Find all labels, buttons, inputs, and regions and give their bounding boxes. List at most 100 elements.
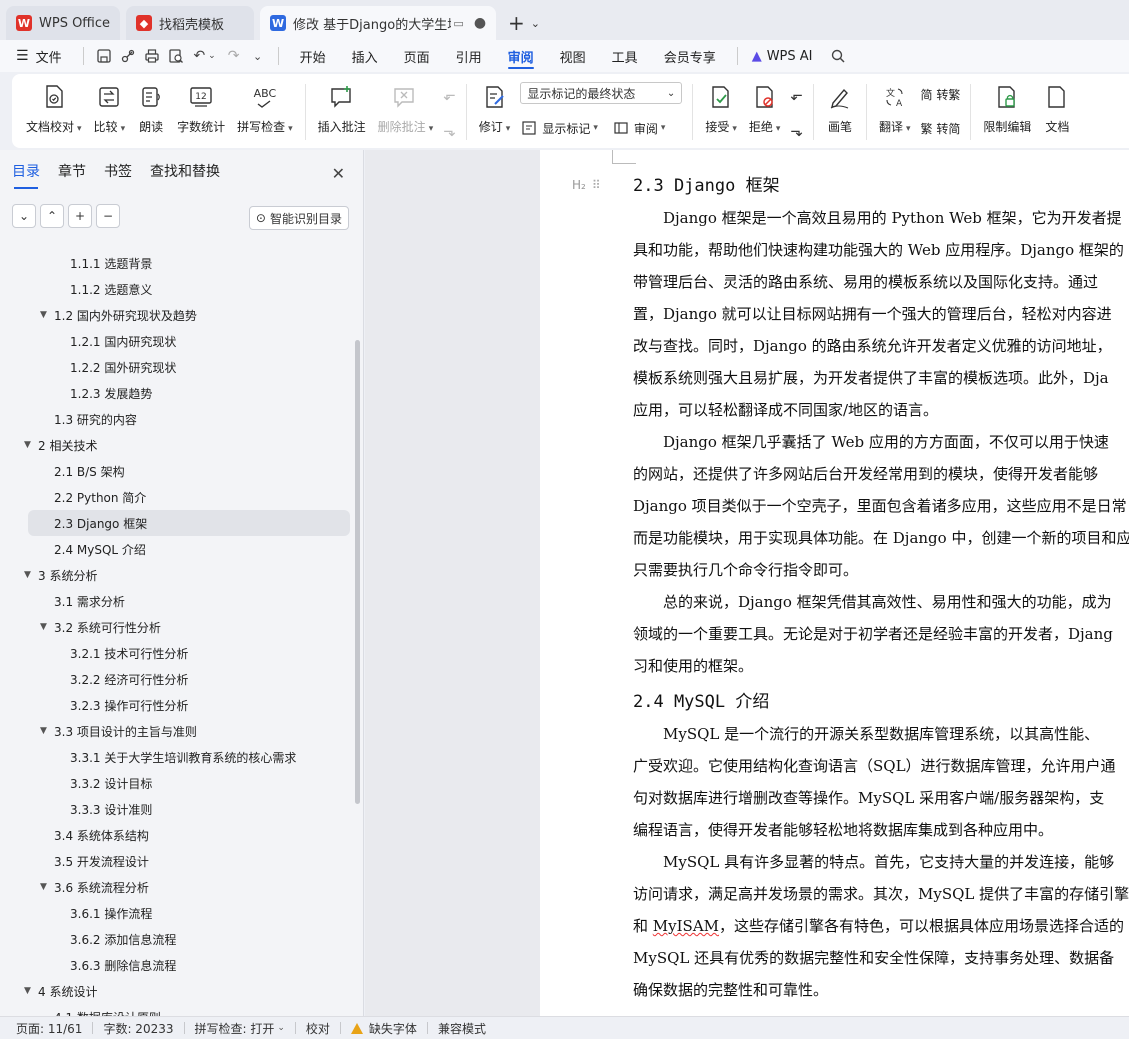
menu-view[interactable]: 视图 xyxy=(547,40,599,72)
outline-item[interactable]: 3.5 开发流程设计 xyxy=(0,848,354,874)
outline-item[interactable]: 1.1.1 选题背景 xyxy=(0,250,354,276)
share-icon[interactable] xyxy=(116,44,140,68)
outline-item[interactable]: 3.2.1 技术可行性分析 xyxy=(0,640,354,666)
outline-item[interactable]: 3.3.3 设计准则 xyxy=(0,796,354,822)
outline-item[interactable]: 2.1 B/S 架构 xyxy=(0,458,354,484)
track-changes-button[interactable]: 修订 ▾ xyxy=(473,82,517,135)
delete-comment-button[interactable]: 删除批注 ▾ xyxy=(372,82,440,135)
outline-item[interactable]: 1.2.3 发展趋势 xyxy=(0,380,354,406)
tab-wps-office[interactable]: W WPS Office xyxy=(6,6,121,40)
menu-tools[interactable]: 工具 xyxy=(599,40,651,72)
redo-icon[interactable]: ↷ xyxy=(222,44,246,68)
outline-item[interactable]: ▼ 2 相关技术 xyxy=(0,432,354,458)
outline-item[interactable]: 3.6.2 添加信息流程 xyxy=(0,926,354,952)
add-heading-button[interactable]: + xyxy=(68,204,92,228)
smart-toc-button[interactable]: ⊙ 智能识别目录 xyxy=(248,206,349,230)
outline-item[interactable]: 2.2 Python 简介 xyxy=(0,484,354,510)
menu-page[interactable]: 页面 xyxy=(391,40,443,72)
tab-toc[interactable]: 目录 xyxy=(12,161,40,189)
drag-handle-icon[interactable]: ⠿ xyxy=(592,178,602,192)
insert-comment-button[interactable]: 插入批注 xyxy=(312,82,372,135)
read-aloud-button[interactable]: 朗读 xyxy=(131,82,171,135)
scrollbar-thumb[interactable] xyxy=(355,340,360,804)
restrict-edit-button[interactable]: 限制编辑 xyxy=(977,82,1037,135)
outline-item[interactable]: ▼ 4 系统设计 xyxy=(0,978,354,1004)
search-icon[interactable] xyxy=(826,44,850,68)
missing-font-status[interactable]: 缺失字体 xyxy=(341,1020,427,1037)
reject-button[interactable]: 拒绝 ▾ xyxy=(743,82,787,135)
tab-current-document[interactable]: W 修改 基于Django的大学生培训 ▭ ● xyxy=(260,6,497,40)
review-pane-button[interactable]: 审阅 ▾ xyxy=(612,116,665,140)
expand-arrow-icon[interactable]: ▼ xyxy=(24,440,38,450)
outline-item[interactable]: 3.2.3 操作可行性分析 xyxy=(0,692,354,718)
menu-references[interactable]: 引用 xyxy=(443,40,495,72)
markup-state-select[interactable]: 显示标记的最终状态 ⌄ xyxy=(520,82,683,104)
outline-item[interactable]: 1.3 研究的内容 xyxy=(0,406,354,432)
show-markup-button[interactable]: 显示标记 ▾ xyxy=(520,116,598,140)
document-page[interactable]: H₂ ⠿ 2.3 Django 框架 Django 框架是一个高效且易用的 Pyt… xyxy=(540,150,1129,1016)
next-comment-icon[interactable]: ⬎ xyxy=(443,122,456,140)
outline-item[interactable]: 3.1 需求分析 xyxy=(0,588,354,614)
doc-check-button[interactable]: 文档校对 ▾ xyxy=(12,82,88,135)
compare-button[interactable]: 比较 ▾ xyxy=(88,82,132,135)
outline-item[interactable]: 2.4 MySQL 介绍 xyxy=(0,536,354,562)
wps-ai-button[interactable]: ▲ WPS AI xyxy=(746,40,826,72)
outline-item[interactable]: 1.2.2 国外研究现状 xyxy=(0,354,354,380)
expand-arrow-icon[interactable]: ▼ xyxy=(40,310,54,320)
spell-check-button[interactable]: ABC 拼写检查 ▾ xyxy=(231,82,299,135)
save-icon[interactable] xyxy=(92,44,116,68)
spelling-error[interactable]: MyISAM xyxy=(653,917,719,935)
tab-docer-templates[interactable]: ◆ 找稻壳模板 xyxy=(126,6,255,40)
prev-change-icon[interactable]: ⬐ xyxy=(790,86,803,104)
doc-more-button[interactable]: 文档 xyxy=(1037,82,1077,135)
outline-item[interactable]: 4.1 数据库设计原则 xyxy=(0,1004,354,1017)
outline-item[interactable]: 3.2.2 经济可行性分析 xyxy=(0,666,354,692)
expand-arrow-icon[interactable]: ▼ xyxy=(24,570,38,580)
outline-item[interactable]: 3.6.1 操作流程 xyxy=(0,900,354,926)
remove-heading-button[interactable]: − xyxy=(96,204,120,228)
spell-check-status[interactable]: 拼写检查: 打开 ⌄ xyxy=(185,1020,295,1037)
heading-marker[interactable]: H₂ ⠿ xyxy=(572,178,602,192)
print-icon[interactable] xyxy=(140,44,164,68)
collapse-all-button[interactable]: ⌄ xyxy=(12,204,36,228)
menu-start[interactable]: 开始 xyxy=(287,40,339,72)
menu-insert[interactable]: 插入 xyxy=(339,40,391,72)
accept-button[interactable]: 接受 ▾ xyxy=(699,82,743,135)
menu-review[interactable]: 审阅 xyxy=(495,40,547,72)
expand-arrow-icon[interactable]: ▼ xyxy=(40,882,54,892)
outline-item[interactable]: ▼ 3.3 项目设计的主旨与准则 xyxy=(0,718,354,744)
new-tab-button[interactable]: + ⌄ xyxy=(502,6,546,40)
outline-item[interactable]: ▼ 3 系统分析 xyxy=(0,562,354,588)
tab-sections[interactable]: 章节 xyxy=(58,161,86,185)
pen-button[interactable]: 画笔 xyxy=(820,82,860,135)
outline-item[interactable]: 3.3.1 关于大学生培训教育系统的核心需求 xyxy=(0,744,354,770)
to-traditional-button[interactable]: 简 转繁 xyxy=(921,82,961,106)
next-change-icon[interactable]: ⬎ xyxy=(790,122,803,140)
expand-up-button[interactable]: ⌃ xyxy=(40,204,64,228)
proof-status[interactable]: 校对 xyxy=(296,1020,340,1037)
word-count-status[interactable]: 字数: 20233 xyxy=(93,1020,183,1037)
expand-arrow-icon[interactable]: ▼ xyxy=(24,986,38,996)
outline-item[interactable]: 3.4 系统体系结构 xyxy=(0,822,354,848)
outline-item[interactable]: ▼ 1.2 国内外研究现状及趋势 xyxy=(0,302,354,328)
outline-item[interactable]: 1.2.1 国内研究现状 xyxy=(0,328,354,354)
page-indicator[interactable]: 页面: 11/61 xyxy=(16,1020,92,1037)
print-preview-icon[interactable] xyxy=(164,44,188,68)
prev-comment-icon[interactable]: ⬐ xyxy=(443,86,456,104)
outline-item[interactable]: ▼ 3.6 系统流程分析 xyxy=(0,874,354,900)
menu-member[interactable]: 会员专享 xyxy=(651,40,729,72)
close-icon[interactable]: ✕ xyxy=(332,164,345,183)
more-chevron-icon[interactable]: ⌄ xyxy=(246,44,270,68)
tab-bookmarks[interactable]: 书签 xyxy=(104,161,132,185)
to-simplified-button[interactable]: 繁 转简 xyxy=(921,116,961,140)
unsaved-dot-icon[interactable]: ● xyxy=(474,15,486,31)
outline-item[interactable]: 3.6.3 删除信息流程 xyxy=(0,952,354,978)
word-count-button[interactable]: 12 字数统计 xyxy=(171,82,231,135)
outline-item[interactable]: 3.3.2 设计目标 xyxy=(0,770,354,796)
outline-item[interactable]: ▼ 3.2 系统可行性分析 xyxy=(0,614,354,640)
outline-item[interactable]: 2.3 Django 框架 xyxy=(28,510,350,536)
expand-arrow-icon[interactable]: ▼ xyxy=(40,726,54,736)
outline-item[interactable]: 1.1.2 选题意义 xyxy=(0,276,354,302)
undo-icon[interactable]: ↶ ⌄ xyxy=(188,44,222,68)
translate-button[interactable]: 文A 翻译 ▾ xyxy=(873,82,917,135)
